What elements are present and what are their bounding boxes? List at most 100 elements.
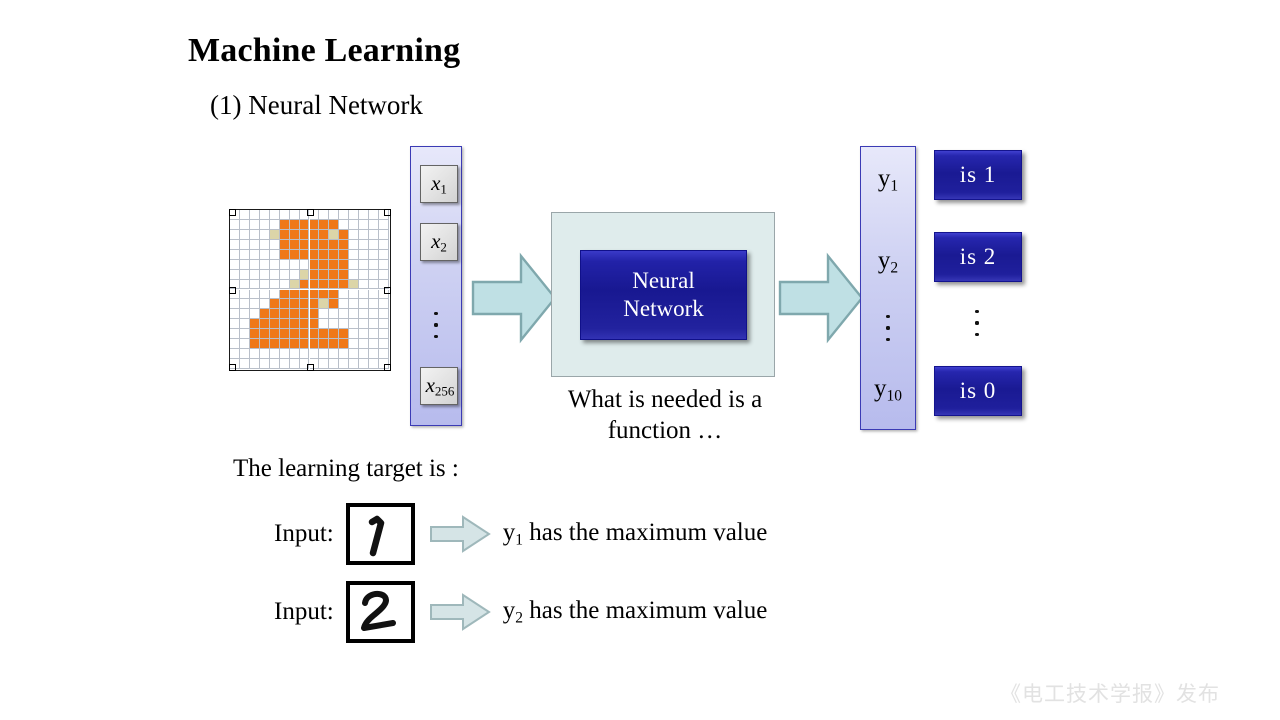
digit-cell [230, 319, 240, 330]
digit-cell [349, 329, 360, 340]
input-vector-ellipsis-icon [411, 312, 461, 338]
digit-cell [289, 319, 300, 330]
output-y10-label: y [874, 375, 887, 402]
digit-cell [279, 289, 290, 300]
digit-cell [319, 219, 330, 230]
digit-cell [249, 249, 260, 260]
digit-cell [289, 329, 300, 340]
digit-cell [359, 219, 370, 230]
digit-cell [299, 269, 310, 280]
digit-cell [299, 249, 310, 260]
digit-cell [339, 329, 350, 340]
slide-canvas: Machine Learning (1) Neural Network x1 x… [0, 0, 1280, 720]
digit-cell [349, 289, 360, 300]
digit-cell [279, 239, 290, 250]
digit-cell [230, 259, 240, 270]
digit-cell [369, 210, 380, 220]
digit-cell [259, 289, 270, 300]
grid-corner-marker [384, 287, 391, 294]
digit-cell [299, 229, 310, 240]
example-1-result-suffix: has the maximum value [522, 518, 768, 546]
digit-cell [259, 219, 270, 230]
digit-cell [230, 339, 240, 350]
output-vector-ellipsis-icon [861, 315, 915, 341]
digit-cell [279, 339, 290, 350]
digit-cell [279, 359, 290, 369]
example-1-result-prefix: y [502, 518, 516, 546]
digit-cell [309, 319, 320, 330]
example-1-result: y1 has the maximum value [503, 519, 768, 549]
digit-cell [279, 210, 290, 220]
digit-cell [359, 359, 370, 369]
digit-cell [249, 339, 260, 350]
digit-cell [249, 239, 260, 250]
output-element-y10: y10 [861, 375, 915, 405]
digit-bitmap-grid [229, 209, 391, 371]
digit-cell [239, 239, 250, 250]
digit-cell [349, 279, 360, 290]
digit-cell [349, 239, 360, 250]
digit-cell [249, 289, 260, 300]
digit-cell [259, 259, 270, 270]
digit-cell [249, 359, 260, 369]
digit-cell [329, 339, 340, 350]
digit-cell [249, 349, 260, 360]
digit-cell [279, 269, 290, 280]
digit-cell [289, 279, 300, 290]
digit-cell [259, 339, 270, 350]
digit-cell [249, 219, 260, 230]
digit-cell [329, 329, 340, 340]
page-title: Machine Learning [188, 32, 461, 69]
digit-cell [269, 319, 280, 330]
digit-cell [349, 359, 360, 369]
digit-cell [349, 349, 360, 360]
digit-cell [309, 349, 320, 360]
digit-cell [309, 289, 320, 300]
arrow-right-icon [471, 252, 557, 344]
example-1-digit-thumbnail [345, 503, 415, 565]
digit-bitmap-cells [230, 210, 390, 370]
class-button-is-0[interactable]: is 0 [934, 366, 1022, 416]
class-button-is-2[interactable]: is 2 [934, 232, 1022, 282]
digit-cell [259, 299, 270, 310]
digit-cell [379, 299, 389, 310]
grid-corner-marker [229, 287, 236, 294]
digit-cell [299, 339, 310, 350]
digit-cell [269, 229, 280, 240]
digit-cell [269, 259, 280, 270]
output-y2-label: y [877, 247, 891, 274]
digit-cell [230, 219, 240, 230]
digit-cell [369, 289, 380, 300]
example-2-input-label: Input: [274, 598, 334, 625]
digit-cell [289, 210, 300, 220]
digit-cell [329, 299, 340, 310]
class-button-is-1[interactable]: is 1 [934, 150, 1022, 200]
digit-cell [329, 279, 340, 290]
digit-cell [269, 309, 280, 320]
digit-cell [249, 299, 260, 310]
digit-cell [369, 299, 380, 310]
digit-cell [279, 229, 290, 240]
output-y10-subscript: 10 [886, 387, 903, 405]
digit-cell [249, 210, 260, 220]
page-subtitle: (1) Neural Network [210, 90, 423, 120]
digit-cell [319, 359, 330, 369]
example-row: Input: y2 has the maximum value [274, 581, 767, 643]
digit-cell [379, 259, 389, 270]
digit-cell [269, 349, 280, 360]
digit-cell [279, 329, 290, 340]
digit-cell [359, 259, 370, 270]
digit-cell [249, 329, 260, 340]
digit-cell [279, 259, 290, 270]
digit-cell [299, 319, 310, 330]
digit-cell [359, 249, 370, 260]
digit-cell [319, 319, 330, 330]
digit-cell [269, 269, 280, 280]
digit-cell [259, 249, 270, 260]
digit-cell [249, 259, 260, 270]
digit-cell [319, 299, 330, 310]
digit-cell [309, 259, 320, 270]
digit-cell [379, 269, 389, 280]
example-2-result-prefix: y [502, 596, 516, 624]
digit-cell [349, 299, 360, 310]
